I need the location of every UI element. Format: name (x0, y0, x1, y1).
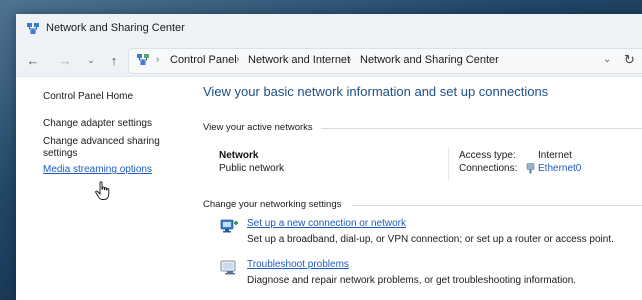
hand-cursor-icon (95, 181, 110, 200)
title-bar: Network and Sharing Center (16, 14, 642, 44)
connections-label: Connections: (459, 163, 518, 174)
control-panel-icon (137, 54, 149, 65)
ethernet-connection-link[interactable]: Ethernet0 (538, 163, 581, 174)
troubleshoot-link[interactable]: Troubleshoot problems (247, 259, 349, 270)
forward-arrow-icon[interactable]: → (55, 50, 75, 70)
refresh-icon[interactable]: ↻ (624, 52, 635, 68)
page-title: View your basic network information and … (203, 84, 549, 99)
network-type-link[interactable]: Public network (219, 163, 284, 174)
content-area: Control Panel Home Change adapter settin… (16, 77, 642, 300)
troubleshoot-icon (220, 260, 236, 275)
breadcrumb-network-internet[interactable]: Network and Internet (248, 54, 350, 66)
chevron-down-icon[interactable]: ⌄ (81, 50, 101, 70)
section-divider (321, 128, 642, 129)
breadcrumb-separator: › (348, 54, 352, 65)
troubleshoot-description: Diagnose and repair network problems, or… (247, 275, 577, 286)
window-title: Network and Sharing Center (46, 22, 185, 34)
navigation-bar: ← → ⌄ ↑ › Control Panel › Network and In… (16, 44, 642, 77)
chevron-down-icon[interactable]: ⌄ (603, 54, 611, 65)
sidebar-item-media-streaming[interactable]: Media streaming options (43, 164, 152, 176)
setup-connection-description: Set up a broadband, dial-up, or VPN conn… (247, 234, 614, 245)
new-connection-icon (220, 219, 238, 233)
change-settings-heading: Change your networking settings (203, 199, 342, 210)
section-divider (352, 205, 642, 206)
breadcrumb-separator: › (156, 54, 160, 65)
sidebar-home-link[interactable]: Control Panel Home (43, 91, 133, 102)
active-networks-heading: View your active networks (203, 122, 313, 133)
access-type-label: Access type: (459, 150, 516, 161)
breadcrumb-control-panel[interactable]: Control Panel (170, 54, 237, 66)
up-arrow-icon[interactable]: ↑ (104, 50, 124, 70)
back-arrow-icon[interactable]: ← (23, 50, 43, 70)
sidebar-item-advanced-sharing[interactable]: Change advanced sharing settings (43, 136, 183, 160)
setup-connection-link[interactable]: Set up a new connection or network (247, 218, 406, 229)
network-name: Network (219, 150, 259, 161)
column-divider (448, 148, 449, 180)
sidebar-item-adapter-settings[interactable]: Change adapter settings (43, 118, 183, 130)
access-type-value: Internet (538, 150, 572, 161)
breadcrumb-separator: › (236, 54, 240, 65)
address-bar[interactable]: › Control Panel › Network and Internet ›… (128, 48, 642, 74)
network-sharing-icon (27, 23, 39, 34)
breadcrumb-network-sharing[interactable]: Network and Sharing Center (360, 54, 499, 66)
network-sharing-window: Network and Sharing Center ← → ⌄ ↑ › Con… (16, 14, 642, 300)
ethernet-icon (526, 163, 535, 174)
